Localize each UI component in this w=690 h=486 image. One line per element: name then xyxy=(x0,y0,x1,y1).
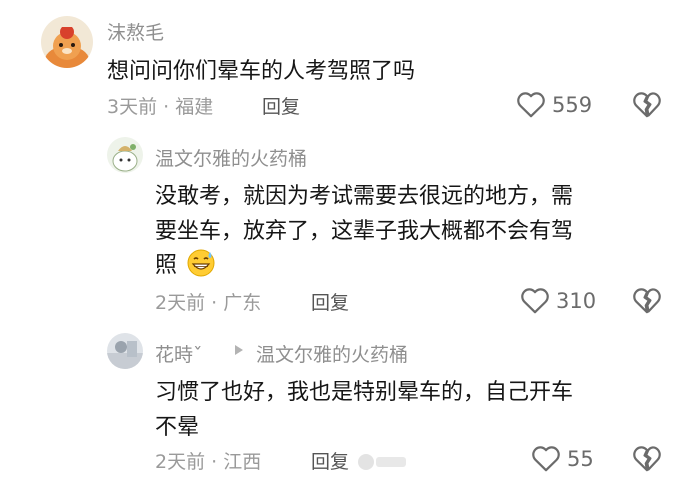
reply-to-arrow xyxy=(234,344,244,360)
like-button[interactable]: 310 xyxy=(520,287,596,314)
dislike-button[interactable] xyxy=(632,91,662,122)
reply-button[interactable]: 回复 xyxy=(262,92,300,119)
dislike-button[interactable] xyxy=(632,445,662,476)
comment-location: 福建 xyxy=(175,96,214,118)
like-button[interactable]: 55 xyxy=(531,445,594,472)
reply-text-line: 没敢考，就因为考试需要去很远的地方，需 xyxy=(155,184,574,209)
triangle-right-icon xyxy=(235,345,243,355)
comment-thread: 沫熬毛 想问问你们晕车的人考驾照了吗 3天前 · 福建 回复 559 温文尔雅的… xyxy=(0,0,690,486)
like-count: 559 xyxy=(552,92,593,117)
reply-text-line: 要坐车，放弃了，这辈子我大概都不会有驾 xyxy=(155,219,574,244)
comment-time: 3天前 xyxy=(107,96,158,118)
heart-outline-icon xyxy=(521,288,549,314)
reply-text-line: 照 xyxy=(155,247,216,284)
like-count: 55 xyxy=(567,446,594,471)
reply-time: 2天前 xyxy=(155,292,206,314)
cartoon-avatar-icon xyxy=(107,137,143,173)
reply-meta: 2天前 · 江西 xyxy=(155,447,261,474)
watermark xyxy=(356,451,408,473)
meta-separator: · xyxy=(163,96,170,118)
avatar[interactable] xyxy=(107,333,143,369)
sweat-grin-emoji xyxy=(186,248,216,284)
like-button[interactable]: 559 xyxy=(516,91,592,118)
like-count: 310 xyxy=(556,288,597,313)
meta-separator: · xyxy=(211,292,218,314)
reply-author[interactable]: 花時ˇ xyxy=(155,340,203,367)
photo-avatar-icon xyxy=(107,333,143,369)
sweat-grin-icon xyxy=(187,249,215,277)
broken-heart-icon xyxy=(633,288,661,314)
reply-to-author[interactable]: 温文尔雅的火药桶 xyxy=(256,340,408,367)
comment-text: 想问问你们晕车的人考驾照了吗 xyxy=(107,59,416,84)
tiger-avatar-icon xyxy=(41,16,93,68)
avatar[interactable] xyxy=(41,16,93,68)
reply-button[interactable]: 回复 xyxy=(311,288,349,315)
reply-text-line: 不晕 xyxy=(155,415,200,440)
heart-outline-icon xyxy=(517,92,545,118)
reply-time: 2天前 xyxy=(155,451,206,473)
reply-text-tail: 照 xyxy=(155,253,178,278)
comment-author[interactable]: 沫熬毛 xyxy=(107,18,164,45)
broken-heart-icon xyxy=(633,446,661,472)
comment-meta: 3天前 · 福建 xyxy=(107,92,213,119)
reply-author[interactable]: 温文尔雅的火药桶 xyxy=(155,144,307,171)
reply-meta: 2天前 · 广东 xyxy=(155,288,261,315)
avatar[interactable] xyxy=(107,137,143,173)
meta-separator: · xyxy=(211,451,218,473)
watermark-logo-icon xyxy=(358,454,406,470)
heart-outline-icon xyxy=(532,446,560,472)
dislike-button[interactable] xyxy=(632,287,662,318)
reply-location: 江西 xyxy=(223,451,262,473)
broken-heart-icon xyxy=(633,92,661,118)
reply-text-line: 习惯了也好，我也是特别晕车的，自己开车 xyxy=(155,380,574,405)
reply-location: 广东 xyxy=(223,292,262,314)
reply-button[interactable]: 回复 xyxy=(311,447,349,474)
